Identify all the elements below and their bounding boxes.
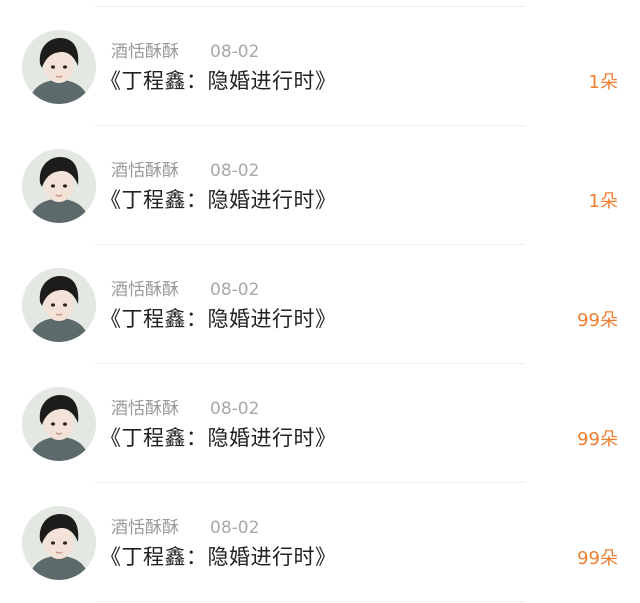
flower-count: 99朵 bbox=[577, 310, 618, 331]
avatar[interactable] bbox=[22, 149, 96, 223]
avatar-image bbox=[22, 30, 96, 104]
gift-record-list: 酒恬酥酥 08-02 《丁程鑫：隐婚进行时》 1朵 酒恬酥酥 08-02 《丁程… bbox=[0, 0, 640, 603]
avatar[interactable] bbox=[22, 30, 96, 104]
divider bbox=[95, 482, 525, 483]
username[interactable]: 酒恬酥酥 bbox=[111, 161, 179, 181]
date: 08-02 bbox=[210, 518, 260, 538]
item-title[interactable]: 《丁程鑫：隐婚进行时》 bbox=[100, 544, 337, 570]
divider bbox=[95, 6, 525, 7]
list-item[interactable]: 酒恬酥酥 08-02 《丁程鑫：隐婚进行时》 99朵 bbox=[0, 365, 640, 484]
username[interactable]: 酒恬酥酥 bbox=[111, 280, 179, 300]
avatar[interactable] bbox=[22, 387, 96, 461]
divider bbox=[95, 363, 525, 364]
username[interactable]: 酒恬酥酥 bbox=[111, 42, 179, 62]
avatar[interactable] bbox=[22, 506, 96, 580]
item-title[interactable]: 《丁程鑫：隐婚进行时》 bbox=[100, 68, 337, 94]
date: 08-02 bbox=[210, 280, 260, 300]
avatar-image bbox=[22, 506, 96, 580]
item-title[interactable]: 《丁程鑫：隐婚进行时》 bbox=[100, 187, 337, 213]
flower-count: 99朵 bbox=[577, 548, 618, 569]
list-item[interactable]: 酒恬酥酥 08-02 《丁程鑫：隐婚进行时》 99朵 bbox=[0, 484, 640, 603]
date: 08-02 bbox=[210, 399, 260, 419]
divider bbox=[95, 125, 525, 126]
avatar-image bbox=[22, 387, 96, 461]
item-title[interactable]: 《丁程鑫：隐婚进行时》 bbox=[100, 306, 337, 332]
list-item[interactable]: 酒恬酥酥 08-02 《丁程鑫：隐婚进行时》 1朵 bbox=[0, 127, 640, 246]
username[interactable]: 酒恬酥酥 bbox=[111, 399, 179, 419]
avatar-image bbox=[22, 268, 96, 342]
avatar[interactable] bbox=[22, 268, 96, 342]
list-item[interactable]: 酒恬酥酥 08-02 《丁程鑫：隐婚进行时》 99朵 bbox=[0, 246, 640, 365]
flower-count: 99朵 bbox=[577, 429, 618, 450]
item-title[interactable]: 《丁程鑫：隐婚进行时》 bbox=[100, 425, 337, 451]
date: 08-02 bbox=[210, 161, 260, 181]
flower-count: 1朵 bbox=[588, 191, 618, 212]
username[interactable]: 酒恬酥酥 bbox=[111, 518, 179, 538]
divider bbox=[95, 244, 525, 245]
avatar-image bbox=[22, 149, 96, 223]
flower-count: 1朵 bbox=[588, 72, 618, 93]
divider bbox=[95, 601, 525, 602]
list-item[interactable]: 酒恬酥酥 08-02 《丁程鑫：隐婚进行时》 1朵 bbox=[0, 8, 640, 127]
date: 08-02 bbox=[210, 42, 260, 62]
